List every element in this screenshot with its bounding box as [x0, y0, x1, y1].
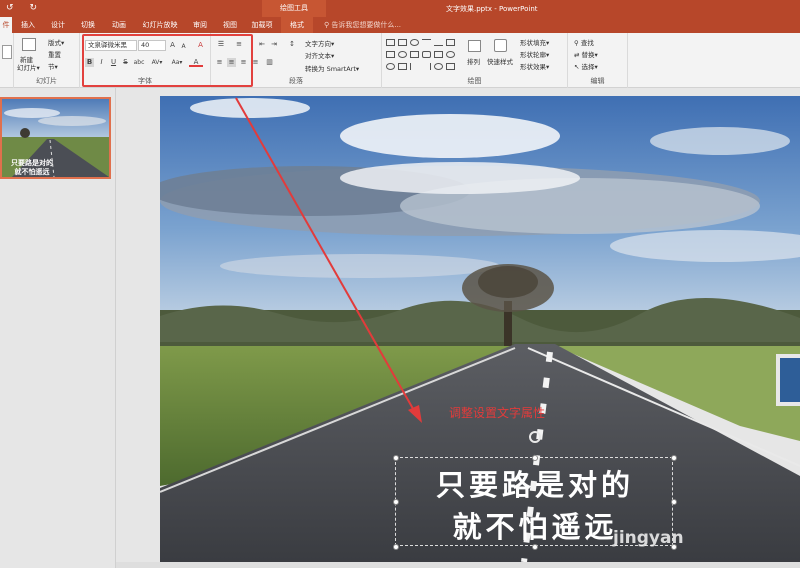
resize-handle-icon[interactable]	[393, 544, 399, 550]
text-line-1[interactable]: 只要路是对的	[396, 462, 674, 504]
status-area	[116, 562, 800, 568]
rotate-handle-icon[interactable]	[529, 431, 541, 443]
resize-handle-icon[interactable]	[532, 544, 538, 550]
resize-handle-icon[interactable]	[671, 499, 677, 505]
resize-handle-icon[interactable]	[532, 455, 538, 461]
resize-handle-icon[interactable]	[671, 455, 677, 461]
watermark: jingyan	[613, 528, 684, 548]
annotation-label: 调整设置文字属性	[449, 406, 546, 420]
resize-handle-icon[interactable]	[393, 499, 399, 505]
resize-handle-icon[interactable]	[393, 455, 399, 461]
